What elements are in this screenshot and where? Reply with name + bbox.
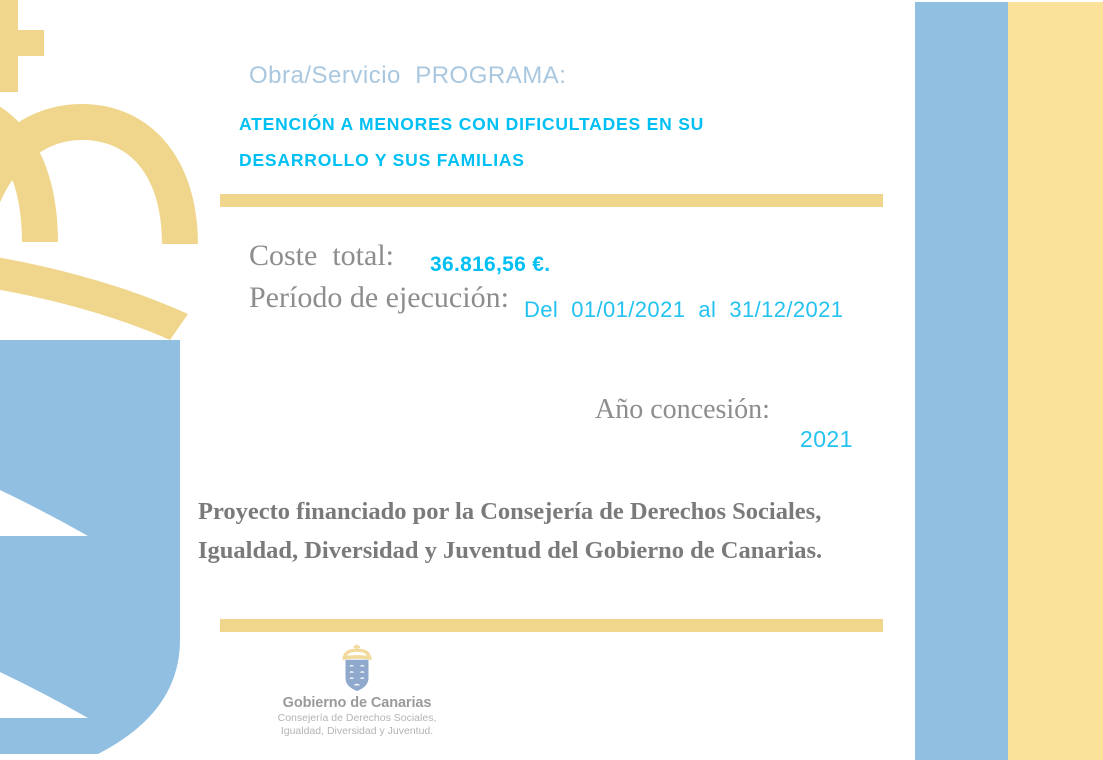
concession-year-label: Año concesión: (595, 394, 770, 425)
program-label: Obra/Servicio PROGRAMA: (249, 62, 567, 89)
execution-period-label: Período de ejecución: (249, 281, 509, 314)
total-cost-value: 36.816,56 €. (430, 253, 551, 276)
logo-name: Gobierno de Canarias (282, 695, 432, 711)
right-blue-column (915, 2, 1008, 760)
concession-year-value: 2021 (800, 426, 853, 452)
poster-canvas: Obra/Servicio PROGRAMA: ATENCIÓN A MENOR… (0, 0, 1103, 760)
canary-islands-coat-of-arms-icon (342, 644, 372, 691)
funding-statement: Proyecto financiado por la Consejería de… (198, 498, 823, 564)
right-yellow-column (1008, 2, 1103, 760)
logo-emblem-wrap (272, 644, 442, 692)
execution-period-value: Del 01/01/2021 al 31/12/2021 (524, 297, 844, 322)
shield-islands-icon (0, 340, 180, 754)
crown-icon (0, 0, 198, 340)
program-title: ATENCIÓN A MENORES CON DIFICULTADES EN S… (239, 114, 705, 170)
divider-rule-top (220, 194, 883, 207)
total-cost-label: Coste total: (249, 239, 394, 272)
government-logo: Gobierno de Canarias Consejería de Derec… (272, 644, 442, 738)
left-decorative-artwork (0, 0, 200, 760)
divider-rule-bottom (220, 619, 883, 632)
logo-subtitle: Consejería de Derechos Sociales, Igualda… (277, 712, 437, 737)
